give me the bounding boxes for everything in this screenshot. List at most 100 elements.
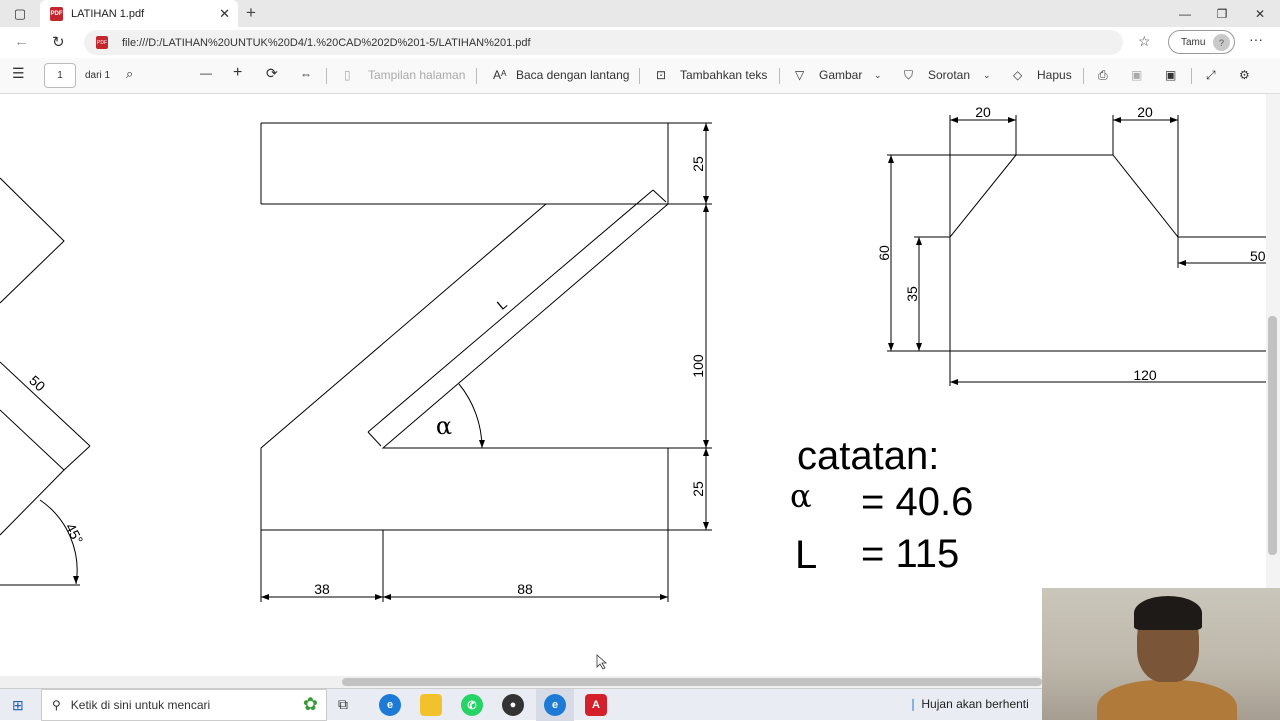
dim-label: 20	[975, 104, 991, 120]
browser-tab-bar: ▢ PDF LATIHAN 1.pdf ✕ + — ❐ ✕	[0, 0, 1280, 27]
draw-button[interactable]: Gambar	[819, 68, 862, 82]
edge-icon[interactable]: e	[544, 694, 566, 716]
toolbar-divider	[1191, 68, 1192, 84]
avatar: ?	[1213, 34, 1230, 51]
save-icon: ▣	[1131, 68, 1143, 82]
read-aloud-icon: Aᴬ	[493, 68, 507, 82]
dim-label: 35	[904, 286, 920, 302]
page-count: dari 1	[85, 70, 111, 81]
highlight-icon: ⛉	[904, 68, 914, 82]
close-tab-icon[interactable]: ✕	[219, 6, 230, 22]
more-options-icon[interactable]: ···	[1249, 31, 1263, 47]
notes-alpha-value: = 40.6	[861, 480, 973, 524]
search-highlight-icon: ✿	[302, 694, 318, 714]
erase-button[interactable]: Hapus	[1037, 68, 1072, 82]
profile-label: Tamu	[1181, 36, 1206, 48]
L-dimension-line	[367, 189, 654, 433]
tab-actions-icon[interactable]: ▢	[0, 0, 40, 27]
toolbar-divider	[1083, 68, 1084, 84]
search-placeholder: Ketik di sini untuk mencari	[70, 698, 211, 712]
zoom-out-icon[interactable]: —	[200, 66, 212, 80]
alpha-arc	[458, 383, 483, 449]
search-icon[interactable]: ⌕	[126, 66, 133, 82]
dim-label: 45°	[62, 521, 86, 547]
dim-label: 25	[690, 156, 706, 172]
notes-L-symbol: L	[795, 533, 817, 577]
dim-label: 100	[690, 354, 706, 378]
minimize-icon[interactable]: —	[1165, 0, 1205, 27]
notes-alpha-symbol: α	[790, 477, 812, 515]
dim-label: 38	[314, 581, 330, 597]
left-dim-ext	[63, 445, 91, 471]
back-icon[interactable]: ←	[14, 33, 29, 50]
settings-gear-icon[interactable]: ⚙	[1239, 68, 1250, 82]
windows-start-icon[interactable]: ⊞	[12, 697, 24, 714]
url-text: file:///D:/LATIHAN%20UNTUK%20D4/1.%20CAD…	[122, 36, 531, 49]
toolbar-divider	[639, 68, 640, 84]
left-shape-outline	[0, 177, 65, 304]
mouse-cursor-icon	[596, 654, 608, 670]
alpha-label: α	[436, 412, 452, 440]
address-row: ← ↻ PDF file:///D:/LATIHAN%20UNTUK%20D4/…	[0, 27, 1280, 58]
fit-page-icon[interactable]: ⇔	[300, 67, 312, 81]
notes-title: catatan:	[797, 434, 939, 478]
pdf-file-icon: PDF	[96, 36, 108, 49]
dim-label: 20	[1137, 104, 1153, 120]
tab-title: LATIHAN 1.pdf	[71, 7, 145, 20]
trapezoid-shape-outline	[949, 154, 1266, 352]
taskbar-search-box[interactable]: ⚲ Ketik di sini untuk mencari ✿	[41, 689, 327, 721]
page-number-input[interactable]: 1	[44, 63, 76, 88]
L-dim-ext	[652, 189, 667, 203]
dim-label: 60	[876, 245, 892, 261]
new-tab-button[interactable]: +	[246, 3, 256, 23]
print-icon[interactable]: ⎙	[1098, 68, 1108, 83]
add-text-icon: ⊡	[656, 68, 667, 82]
restore-icon[interactable]: ❐	[1202, 0, 1242, 27]
pdf-file-icon: PDF	[50, 6, 63, 21]
notes-L-value: = 115	[861, 532, 959, 576]
webcam-overlay	[1042, 588, 1280, 720]
toolbar-divider	[476, 68, 477, 84]
autocad-icon[interactable]: A	[585, 694, 607, 716]
edge-icon[interactable]: e	[379, 694, 401, 716]
address-bar[interactable]: PDF file:///D:/LATIHAN%20UNTUK%20D4/1.%2…	[84, 30, 1123, 55]
add-text-button[interactable]: Tambahkan teks	[680, 68, 767, 82]
vertical-scroll-thumb[interactable]	[1268, 316, 1277, 555]
z-shape-outline	[260, 122, 669, 531]
page-view-icon: ▯	[344, 68, 351, 82]
obs-icon[interactable]: ●	[502, 694, 524, 716]
read-aloud-button[interactable]: Baca dengan lantang	[516, 68, 629, 82]
left-dim-line	[0, 361, 91, 447]
zoom-in-icon[interactable]: +	[233, 64, 242, 82]
fullscreen-icon[interactable]: ⤢	[1206, 68, 1216, 83]
webcam-person-hair	[1134, 596, 1202, 630]
rain-icon: ❘	[908, 697, 922, 711]
save-as-icon[interactable]: ▣	[1165, 68, 1176, 82]
weather-text: Hujan akan berhenti	[921, 697, 1029, 711]
close-window-icon[interactable]: ✕	[1240, 0, 1280, 27]
rotate-icon[interactable]: ⟳	[266, 65, 278, 82]
highlight-button[interactable]: Sorotan	[928, 68, 970, 82]
task-view-icon[interactable]: ⧉	[338, 696, 348, 713]
file-explorer-icon[interactable]	[420, 694, 442, 716]
dim-label: 120	[1133, 367, 1157, 383]
horizontal-scroll-thumb[interactable]	[342, 678, 1042, 686]
eraser-icon: ◇	[1013, 68, 1023, 82]
whatsapp-icon[interactable]: ✆	[461, 694, 483, 716]
dim-label: 50	[26, 372, 48, 394]
dim-label: 25	[690, 481, 706, 497]
favorites-icon[interactable]: ☆	[1138, 33, 1151, 50]
chevron-down-icon[interactable]: ⌄	[983, 70, 991, 81]
L-label: L	[494, 295, 510, 312]
page-view-button[interactable]: Tampilan halaman	[368, 68, 465, 82]
L-dim-ext	[367, 431, 382, 447]
chevron-down-icon[interactable]: ⌄	[874, 70, 882, 81]
toolbar-divider	[779, 68, 780, 84]
contents-icon[interactable]: ☰	[12, 65, 25, 82]
draw-icon: ▽	[795, 68, 805, 82]
weather-widget[interactable]: ❘ Hujan akan berhenti	[908, 697, 1029, 711]
profile-button[interactable]: Tamu ?	[1168, 30, 1235, 54]
dim-label: 50	[1250, 248, 1266, 264]
refresh-icon[interactable]: ↻	[52, 33, 65, 51]
browser-tab[interactable]: PDF LATIHAN 1.pdf ✕	[40, 0, 238, 27]
